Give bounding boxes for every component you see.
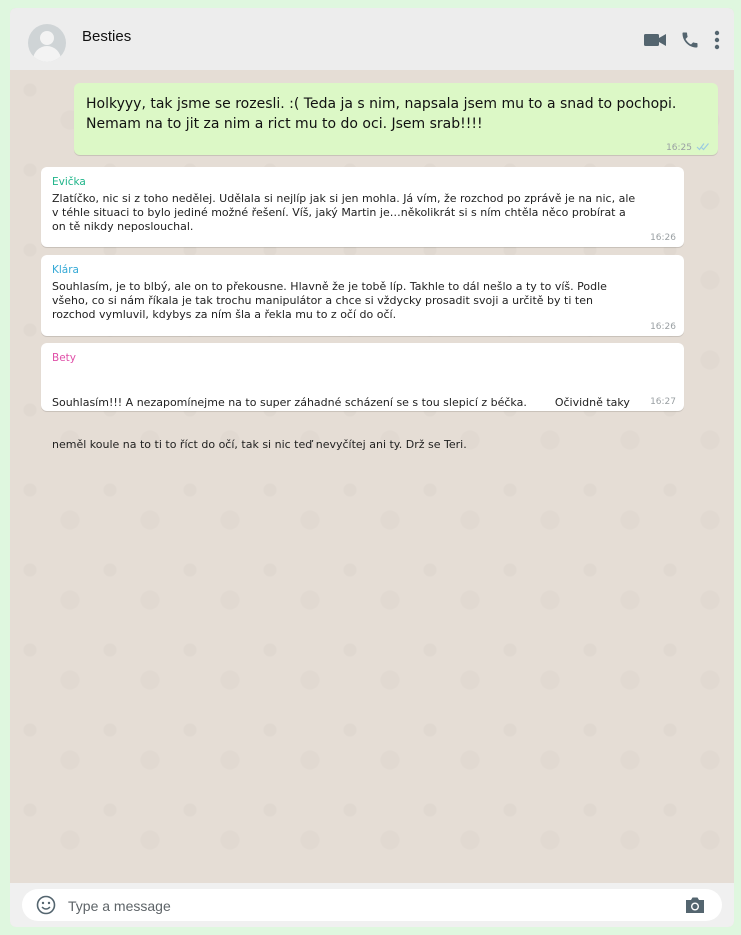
message-line: rozchod vymluvil, kdybys za ním šla a ře… [52,308,397,321]
message-time: 16:26 [650,233,676,243]
composer-box [22,889,722,921]
message-time: 16:25 [666,143,692,153]
message-text: Holkyyy, tak jsme se rozesli. :( Teda ja… [86,94,706,134]
avatar-body-shape [33,46,61,62]
avatar-head-shape [40,31,54,45]
sender-name: Bety [52,352,76,364]
header-actions [644,30,720,50]
outgoing-message[interactable]: Holkyyy, tak jsme se rozesli. :( Teda ja… [74,83,718,155]
video-call-icon[interactable] [644,33,666,47]
message-line: Zlatíčko, nic si z toho nedělej. Udělala… [52,192,636,205]
chat-title[interactable]: Besties [82,28,131,45]
sender-name: Evička [52,176,86,188]
message-list[interactable]: Holkyyy, tak jsme se rozesli. :( Teda ja… [10,70,734,883]
camera-icon[interactable] [684,896,706,914]
chat-window: Besties Holkyyy, tak jsme se rozesli. :(… [10,8,734,927]
message-text: Souhlasím!!! A nezapomínejme na to super… [52,368,674,480]
phone-icon[interactable] [680,30,700,50]
message-input[interactable] [66,892,670,920]
more-vert-icon[interactable] [714,30,720,50]
chat-header: Besties [10,8,734,71]
message-composer [10,883,734,927]
message-line: on tě nikdy neposlouchal. [52,220,194,233]
incoming-message[interactable]: Bety Souhlasím!!! A nezapomínejme na to … [41,343,684,451]
message-line: Souhlasím!!! A nezapomínejme na to super… [52,396,630,409]
incoming-message[interactable]: Klára Souhlasím, je to blbý, ale on to p… [41,255,684,336]
message-text: Souhlasím, je to blbý, ale on to překous… [52,280,674,322]
message-line: Souhlasím, je to blbý, ale on to překous… [52,280,607,293]
read-ticks-icon [696,143,709,151]
message-line: neměl koule na to ti to říct do očí, tak… [52,438,467,451]
sender-name: Klára [52,264,79,276]
message-line: Nemam na to jit za nim a rict mu to do o… [86,116,483,132]
group-avatar[interactable] [28,24,66,62]
incoming-message[interactable]: Evička Zlatíčko, nic si z toho nedělej. … [41,167,684,247]
message-time: 16:27 [650,397,676,407]
emoji-icon[interactable] [36,895,56,915]
message-text: Zlatíčko, nic si z toho nedělej. Udělala… [52,192,674,234]
message-line: Holkyyy, tak jsme se rozesli. :( Teda ja… [86,96,677,112]
message-line: všeho, co si nám říkala je tak trochu ma… [52,294,593,307]
message-line: v téhle situaci to bylo jediné možné řeš… [52,206,626,219]
message-time: 16:26 [650,322,676,332]
